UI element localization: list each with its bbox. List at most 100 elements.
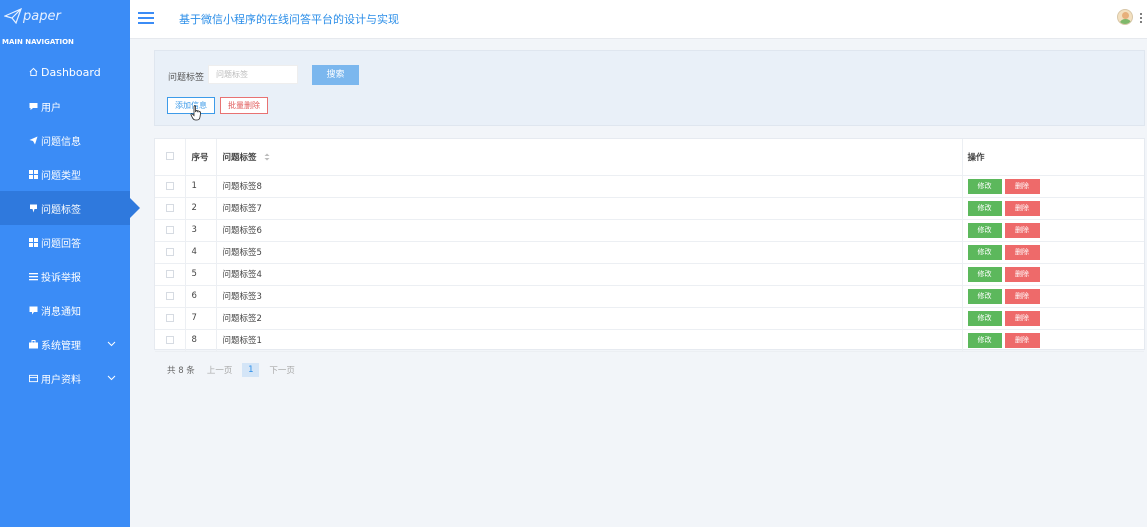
table-row: 6 问题标签3 修改 删除 xyxy=(155,285,1144,308)
row-select-cell xyxy=(155,329,186,352)
briefcase-icon xyxy=(29,339,38,349)
table-header-row: 序号 问题标签 操作 xyxy=(155,139,1144,176)
row-actions: 修改 删除 xyxy=(962,197,1144,220)
table-row: 1 问题标签8 修改 删除 xyxy=(155,175,1144,198)
sidebar-item-question-type[interactable]: 问题类型 xyxy=(0,157,130,191)
delete-button[interactable]: 删除 xyxy=(1004,244,1040,260)
sidebar-item-label: 消息通知 xyxy=(41,306,81,318)
menu-toggle-icon[interactable] xyxy=(138,12,154,24)
page-number-button[interactable]: 1 xyxy=(242,363,260,377)
edit-button[interactable]: 修改 xyxy=(967,266,1002,282)
table-row: 5 问题标签4 修改 删除 xyxy=(155,263,1144,286)
sidebar-item-label: 问题标签 xyxy=(41,204,81,216)
edit-button[interactable]: 修改 xyxy=(967,178,1002,194)
row-tag: 问题标签2 xyxy=(216,307,963,330)
row-checkbox[interactable] xyxy=(165,203,174,212)
search-label: 问题标签 xyxy=(168,73,205,83)
edit-button[interactable]: 修改 xyxy=(967,244,1002,260)
row-actions: 修改 删除 xyxy=(962,263,1144,286)
next-page-button[interactable]: 下一页 xyxy=(269,364,295,376)
batch-delete-button[interactable]: 批量删除 xyxy=(220,97,268,114)
column-header-label: 问题标签 xyxy=(222,152,257,163)
row-tag: 问题标签8 xyxy=(216,175,963,198)
row-checkbox[interactable] xyxy=(165,291,174,300)
nav-list: Dashboard 用户 问题信息 问题类型 问题标签 问题回答 投诉举报 消息… xyxy=(0,55,140,395)
home-icon xyxy=(29,67,38,77)
row-index: 6 xyxy=(185,285,217,308)
list-icon xyxy=(29,272,38,281)
sidebar-item-label: 投诉举报 xyxy=(41,272,81,284)
edit-button[interactable]: 修改 xyxy=(967,288,1002,304)
row-actions: 修改 删除 xyxy=(962,329,1144,352)
sidebar-item-user-profile[interactable]: 用户资料 xyxy=(0,361,130,395)
select-all-checkbox[interactable] xyxy=(165,152,174,161)
delete-button[interactable]: 删除 xyxy=(1004,178,1040,194)
sort-icon[interactable] xyxy=(264,153,270,161)
row-checkbox[interactable] xyxy=(165,247,174,256)
row-select-cell xyxy=(155,241,186,264)
row-tag: 问题标签3 xyxy=(216,285,963,308)
search-input[interactable]: 问题标签 xyxy=(208,65,298,84)
sidebar-item-users[interactable]: 用户 xyxy=(0,89,130,123)
column-header-tag[interactable]: 问题标签 xyxy=(216,139,963,176)
sidebar-item-label: Dashboard xyxy=(41,65,101,79)
search-button[interactable]: 搜索 xyxy=(312,65,359,85)
prev-page-button[interactable]: 上一页 xyxy=(207,364,233,376)
chevron-down-icon[interactable] xyxy=(107,373,116,382)
logo[interactable]: paper xyxy=(4,7,61,25)
edit-button[interactable]: 修改 xyxy=(967,200,1002,216)
column-header-ops: 操作 xyxy=(962,139,1144,176)
delete-button[interactable]: 删除 xyxy=(1004,332,1040,348)
sidebar-item-label: 系统管理 xyxy=(41,340,81,352)
row-index: 5 xyxy=(185,263,217,286)
row-checkbox[interactable] xyxy=(165,269,174,278)
sidebar-item-label: 问题信息 xyxy=(41,136,81,148)
sidebar-item-question-tag[interactable]: 问题标签 xyxy=(0,191,140,225)
row-checkbox[interactable] xyxy=(165,181,174,190)
row-actions: 修改 删除 xyxy=(962,219,1144,242)
row-tag: 问题标签7 xyxy=(216,197,963,220)
sidebar-item-notifications[interactable]: 消息通知 xyxy=(0,293,130,327)
delete-button[interactable]: 删除 xyxy=(1004,266,1040,282)
chevron-down-icon[interactable] xyxy=(107,339,116,348)
sidebar-item-complaints[interactable]: 投诉举报 xyxy=(0,259,130,293)
row-index: 8 xyxy=(185,329,217,352)
more-options-icon[interactable] xyxy=(1140,13,1143,24)
sidebar-item-label: 问题类型 xyxy=(41,170,81,182)
delete-button[interactable]: 删除 xyxy=(1004,200,1040,216)
delete-button[interactable]: 删除 xyxy=(1004,288,1040,304)
logo-text: paper xyxy=(23,8,61,24)
edit-button[interactable]: 修改 xyxy=(967,222,1002,238)
row-checkbox[interactable] xyxy=(165,313,174,322)
sidebar-item-label: 用户资料 xyxy=(41,374,81,386)
row-tag: 问题标签1 xyxy=(216,329,963,352)
delete-button[interactable]: 删除 xyxy=(1004,222,1040,238)
delete-button[interactable]: 删除 xyxy=(1004,310,1040,326)
edit-button[interactable]: 修改 xyxy=(967,310,1002,326)
sidebar: paper MAIN NAVIGATION Dashboard 用户 问题信息 … xyxy=(0,0,140,527)
table-row: 7 问题标签2 修改 删除 xyxy=(155,307,1144,330)
sidebar-item-question-answer[interactable]: 问题回答 xyxy=(0,225,130,259)
message-icon xyxy=(29,306,38,315)
table-row: 8 问题标签1 修改 删除 xyxy=(155,329,1144,352)
sidebar-item-label: 问题回答 xyxy=(41,238,81,250)
row-checkbox[interactable] xyxy=(165,335,174,344)
table-row: 3 问题标签6 修改 删除 xyxy=(155,219,1144,242)
sidebar-item-question-info[interactable]: 问题信息 xyxy=(0,123,130,157)
row-checkbox[interactable] xyxy=(165,225,174,234)
pagination-total: 共 8 条 xyxy=(167,366,195,376)
row-actions: 修改 删除 xyxy=(962,285,1144,308)
row-select-cell xyxy=(155,285,186,308)
edit-button[interactable]: 修改 xyxy=(967,332,1002,348)
card-icon xyxy=(29,374,38,383)
nav-header: MAIN NAVIGATION xyxy=(2,38,74,46)
row-index: 2 xyxy=(185,197,217,220)
row-tag: 问题标签5 xyxy=(216,241,963,264)
avatar[interactable] xyxy=(1117,9,1133,25)
row-index: 7 xyxy=(185,307,217,330)
sidebar-item-system-management[interactable]: 系统管理 xyxy=(0,327,130,361)
sidebar-item-dashboard[interactable]: Dashboard xyxy=(0,55,130,89)
search-panel: 问题标签 问题标签 搜索 添加信息 批量删除 xyxy=(154,50,1145,126)
grid-icon xyxy=(29,169,38,179)
row-select-cell xyxy=(155,197,186,220)
